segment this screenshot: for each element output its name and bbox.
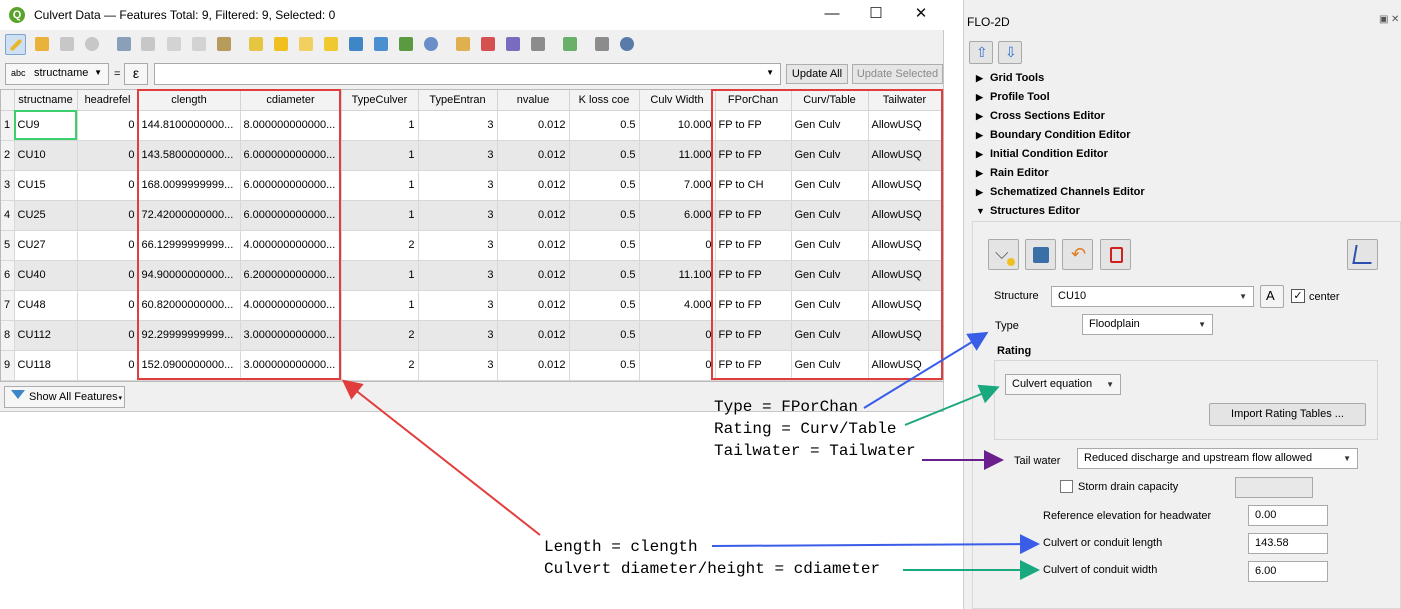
arrow-length xyxy=(711,534,1040,555)
annotation-arrows xyxy=(341,331,1040,580)
arrow-red xyxy=(341,379,541,536)
arrow-rating xyxy=(904,384,1000,426)
arrow-type xyxy=(863,331,989,409)
